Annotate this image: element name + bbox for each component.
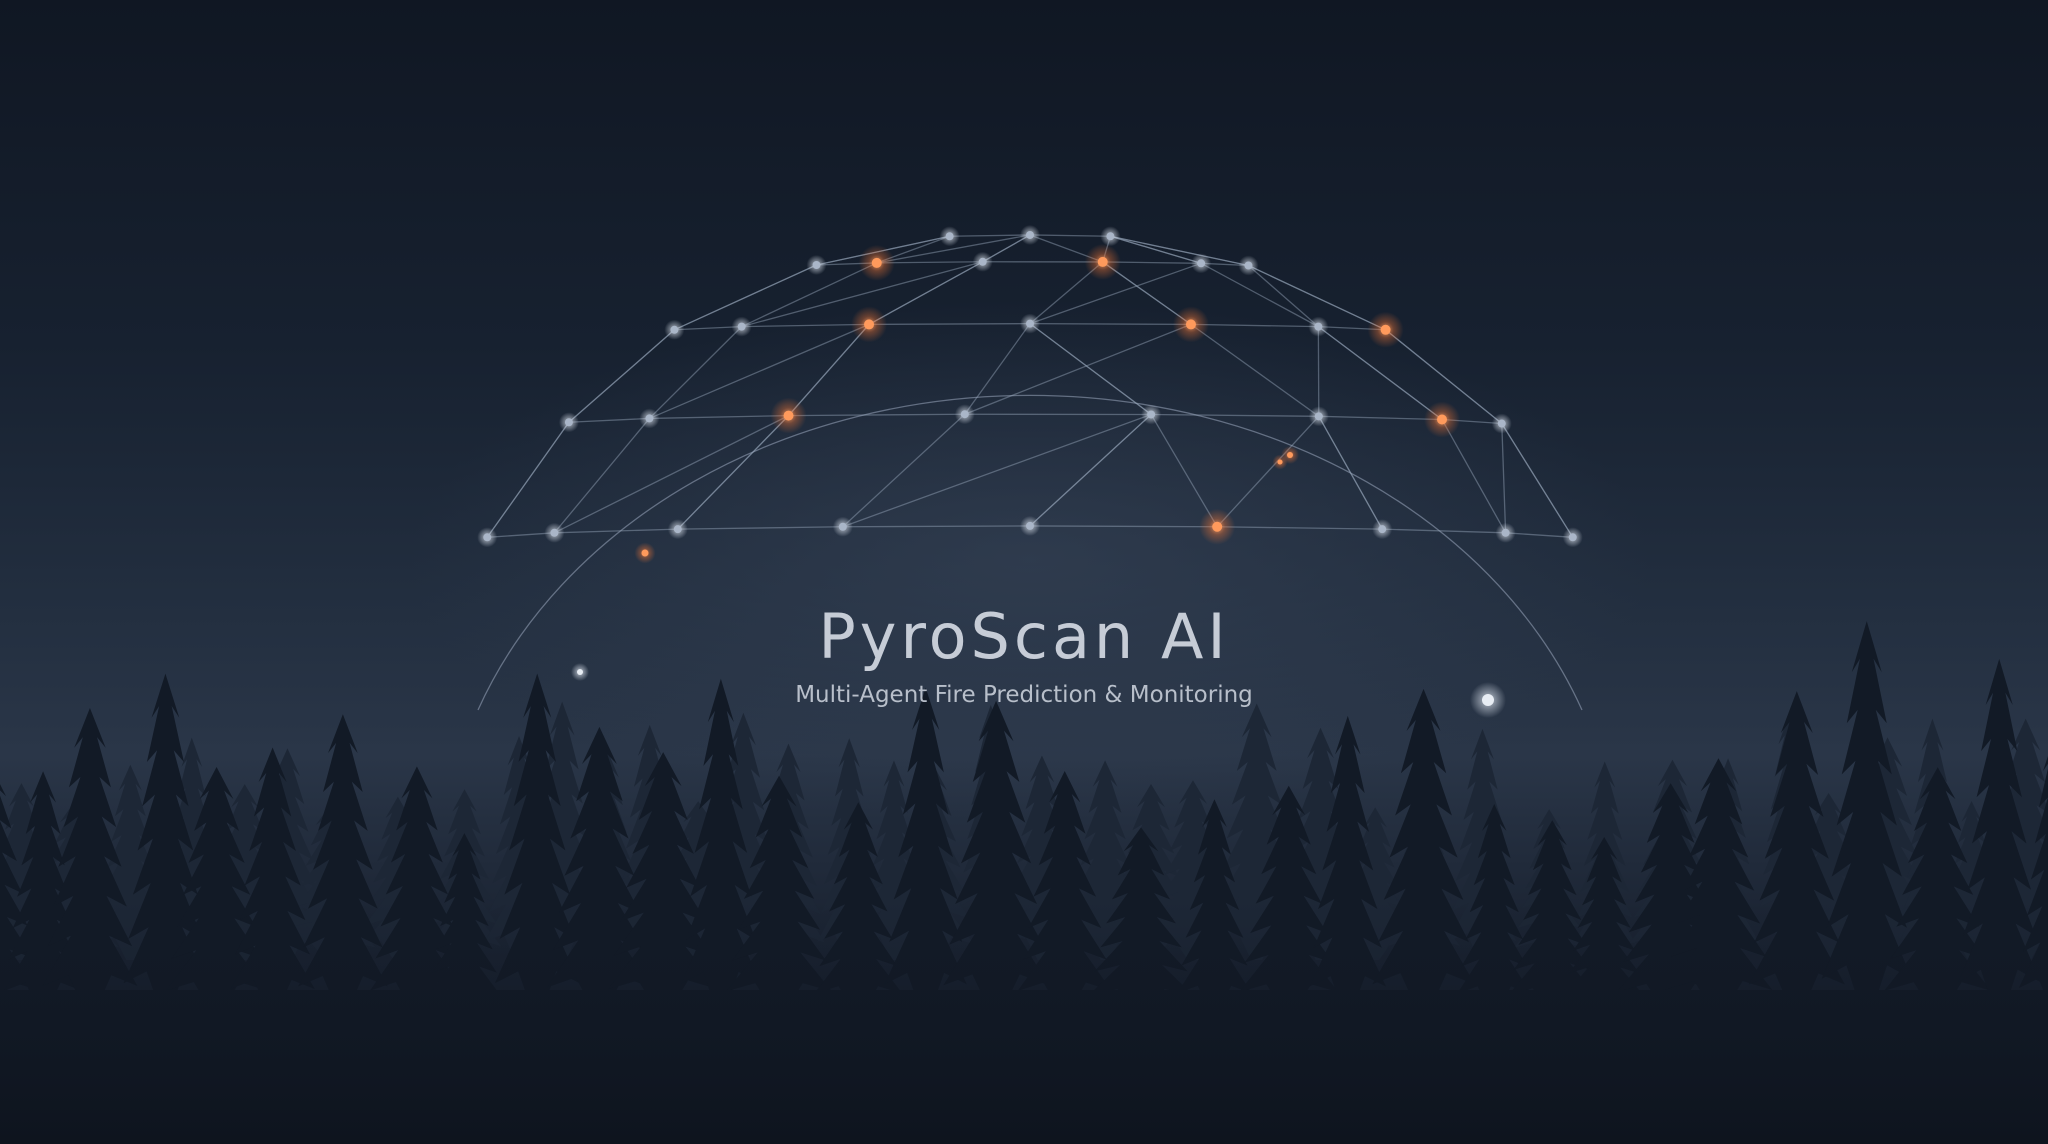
dome-edge	[842, 525, 1031, 528]
sensor-node	[670, 325, 679, 334]
sensor-node	[960, 410, 969, 419]
background-art	[0, 224, 2048, 1144]
sensor-node	[1026, 230, 1034, 239]
hot-sensor-node	[864, 319, 875, 330]
sensor-node	[1568, 533, 1577, 542]
hot-sensor-node	[1097, 256, 1108, 267]
sensor-node	[1147, 410, 1156, 419]
sensor-node	[1314, 412, 1323, 421]
sensor-node	[1378, 525, 1387, 534]
sensor-node	[1106, 232, 1115, 241]
sensor-node	[564, 418, 573, 427]
sensor-node	[978, 257, 987, 266]
app-title: PyroScan AI	[818, 600, 1230, 673]
sensor-node	[1314, 322, 1323, 331]
hot-sensor-node	[783, 410, 794, 421]
sensor-node	[550, 528, 559, 537]
sensor-node	[1026, 521, 1034, 530]
sensor-node	[483, 533, 492, 542]
sensor-node	[838, 522, 847, 531]
spark	[641, 549, 649, 557]
splash-screen: PyroScan AI Multi-Agent Fire Prediction …	[0, 0, 2048, 1144]
hot-sensor-node	[1185, 319, 1196, 330]
sensor-node	[1026, 319, 1034, 328]
sensor-node	[673, 525, 682, 534]
hot-sensor-node	[871, 257, 882, 268]
dome-edge	[1029, 234, 1111, 237]
sensor-node	[1501, 528, 1510, 537]
spark	[1277, 459, 1283, 465]
hot-sensor-node	[1437, 414, 1448, 425]
sensor-node	[1197, 259, 1206, 268]
sensor-node	[737, 322, 746, 331]
app-subtitle: Multi-Agent Fire Prediction & Monitoring	[795, 682, 1253, 708]
dome-edge	[1029, 322, 1191, 326]
sensor-node	[645, 414, 654, 423]
dome-edge	[674, 325, 742, 331]
hot-sensor-node	[1380, 324, 1391, 335]
sensor-node	[1244, 261, 1253, 270]
title-block: PyroScan AI Multi-Agent Fire Prediction …	[0, 596, 2048, 712]
dome-edge	[1248, 265, 1319, 328]
dome-edge	[1029, 525, 1218, 528]
dome-edge	[1110, 235, 1202, 264]
sensor-node	[812, 260, 821, 269]
sensor-node	[945, 232, 954, 241]
spark	[1287, 452, 1293, 458]
dome-edge	[1110, 235, 1249, 267]
sensor-node	[1497, 419, 1506, 428]
dome-edge	[869, 322, 1031, 326]
dome-edge	[949, 234, 1031, 237]
hot-sensor-node	[1212, 521, 1223, 532]
